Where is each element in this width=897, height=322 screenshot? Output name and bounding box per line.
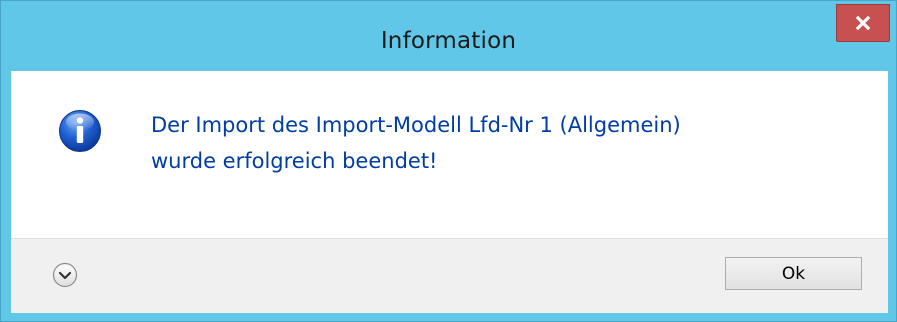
dialog-title: Information <box>380 28 517 54</box>
information-dialog: Information Der Import des Import-Modell… <box>0 0 897 322</box>
info-icon <box>58 109 102 153</box>
close-button[interactable] <box>836 4 890 42</box>
message-line-1: Der Import des Import-Modell Lfd-Nr 1 (A… <box>151 113 681 137</box>
expand-details-button[interactable] <box>52 262 78 288</box>
title-bar[interactable]: Information <box>1 1 896 71</box>
close-icon <box>855 15 871 31</box>
ok-button[interactable]: Ok <box>725 257 862 290</box>
message-line-2: wurde erfolgreich beendet! <box>151 149 438 173</box>
dialog-content: Der Import des Import-Modell Lfd-Nr 1 (A… <box>11 71 888 238</box>
dialog-footer: Ok <box>11 238 888 313</box>
dialog-message: Der Import des Import-Modell Lfd-Nr 1 (A… <box>151 107 881 179</box>
chevron-down-circle-icon <box>52 262 78 292</box>
